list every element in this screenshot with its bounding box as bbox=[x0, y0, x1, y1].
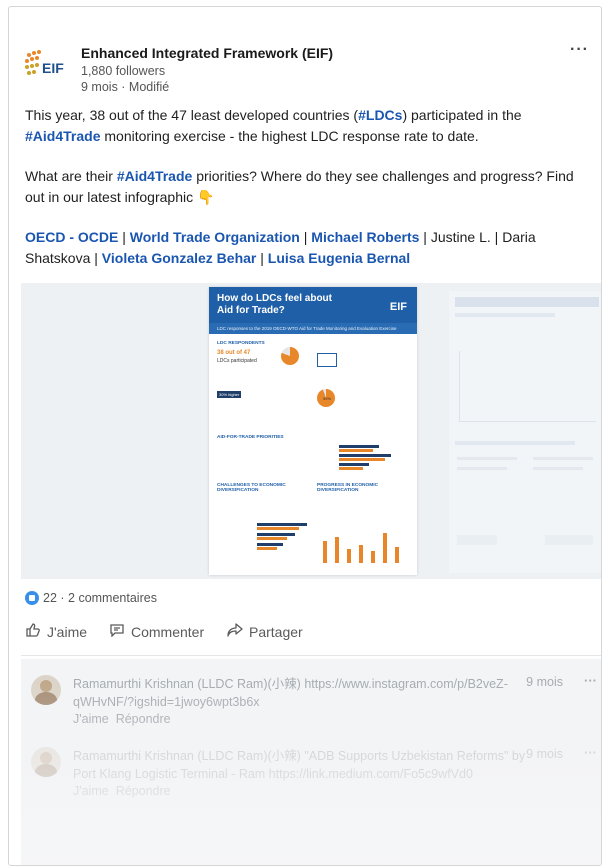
comment-button[interactable]: Commenter bbox=[109, 623, 204, 640]
separator: | bbox=[90, 250, 102, 266]
logo-text: EIF bbox=[42, 60, 64, 76]
separator: | bbox=[256, 250, 268, 266]
avatar[interactable] bbox=[31, 675, 61, 705]
avatar[interactable] bbox=[31, 747, 61, 777]
comment-body: Ramamurthi Krishnan (LLDC Ram)(小辣) https… bbox=[73, 675, 533, 711]
infographic-header: How do LDCs feel about Aid for Trade? EI… bbox=[209, 287, 417, 323]
comment-reply-button[interactable]: Répondre bbox=[116, 712, 171, 726]
stats-separator: · bbox=[56, 591, 69, 605]
comment-actions: J'aime Répondre bbox=[73, 712, 171, 726]
infographic-subtitle: LDC responses to the 2019 OECD-WTO Aid f… bbox=[209, 323, 417, 334]
text-segment: monitoring exercise - the highest LDC re… bbox=[100, 128, 479, 144]
section-progress: PROGRESS IN ECONOMIC DIVERSIFICATION bbox=[317, 483, 379, 493]
section-priorities: AID-FOR-TRADE PRIORITIES bbox=[217, 435, 284, 440]
hashtag-aid4trade-2[interactable]: #Aid4Trade bbox=[117, 168, 192, 184]
mention-wto[interactable]: World Trade Organization bbox=[130, 229, 300, 245]
comment-more-icon[interactable]: ··· bbox=[584, 673, 597, 688]
eif-logo[interactable]: EIF bbox=[23, 47, 73, 83]
infographic: How do LDCs feel about Aid for Trade? EI… bbox=[209, 287, 417, 575]
post-card: EIF Enhanced Integrated Framework (EIF) … bbox=[8, 6, 602, 866]
separator: | bbox=[118, 229, 130, 245]
hashtag-aid4trade[interactable]: #Aid4Trade bbox=[25, 128, 100, 144]
donut-participation bbox=[281, 347, 299, 365]
follower-count: 1,880 followers bbox=[81, 64, 166, 78]
separator: | bbox=[419, 229, 431, 245]
post-text: This year, 38 out of the 47 least develo… bbox=[25, 105, 585, 288]
share-button[interactable]: Partager bbox=[227, 623, 303, 640]
comment-count[interactable]: 2 commentaires bbox=[68, 591, 157, 605]
comment-reply-button[interactable]: Répondre bbox=[116, 784, 171, 798]
comment-label: Commenter bbox=[131, 624, 205, 640]
divider bbox=[21, 655, 601, 656]
text-segment: This year, 38 out of the 47 least develo… bbox=[25, 107, 359, 123]
infographic-title: How do LDCs feel about Aid for Trade? bbox=[217, 293, 332, 316]
comment-body: Ramamurthi Krishnan (LLDC Ram)(小辣) "ADB … bbox=[73, 747, 533, 783]
progress-columns bbox=[321, 523, 409, 563]
stat-participated: 38 out of 47 bbox=[217, 350, 251, 356]
text-segment: What are their bbox=[25, 168, 117, 184]
comment-more-icon[interactable]: ··· bbox=[584, 745, 597, 760]
text-segment: ) participated in the bbox=[402, 107, 522, 123]
comment-like-button[interactable]: J'aime bbox=[73, 712, 109, 726]
stat-95: 95% bbox=[323, 396, 332, 401]
stat-participated-label: LDCs participated bbox=[217, 358, 257, 364]
share-icon bbox=[227, 623, 243, 640]
comment-icon bbox=[109, 623, 125, 640]
post-paragraph-1: This year, 38 out of the 47 least develo… bbox=[25, 105, 585, 147]
mention-violeta[interactable]: Violeta Gonzalez Behar bbox=[102, 250, 257, 266]
separator: | bbox=[299, 229, 312, 245]
checkbox-icon bbox=[317, 353, 337, 367]
social-counts[interactable]: 22 · 2 commentaires bbox=[25, 591, 157, 605]
share-label: Partager bbox=[249, 624, 303, 640]
comment-time: 9 mois bbox=[526, 747, 563, 761]
mention-justine: Justine L. bbox=[430, 229, 491, 245]
infographic-eif-logo: EIF bbox=[389, 301, 407, 313]
priorities-bars bbox=[339, 445, 409, 479]
separator: | bbox=[490, 229, 503, 245]
mention-michael-roberts[interactable]: Michael Roberts bbox=[311, 229, 419, 245]
comments-section: Ramamurthi Krishnan (LLDC Ram)(小辣) https… bbox=[21, 659, 601, 865]
like-reaction-icon bbox=[25, 591, 39, 605]
stat-higher: 30% higher bbox=[217, 391, 242, 398]
post-image[interactable]: How do LDCs feel about Aid for Trade? EI… bbox=[21, 283, 601, 579]
post-paragraph-2: What are their #Aid4Trade priorities? Wh… bbox=[25, 166, 585, 208]
author-name[interactable]: Enhanced Integrated Framework (EIF) bbox=[81, 45, 333, 61]
like-button[interactable]: J'aime bbox=[25, 623, 87, 640]
more-options-icon[interactable]: ··· bbox=[570, 41, 589, 59]
post-mentions: OECD - OCDE | World Trade Organization |… bbox=[25, 227, 585, 269]
section-challenges: CHALLENGES TO ECONOMIC DIVERSIFICATION bbox=[217, 483, 286, 493]
mention-luisa[interactable]: Luisa Eugenia Bernal bbox=[268, 250, 410, 266]
comment-time: 9 mois bbox=[526, 675, 563, 689]
comment-actions: J'aime Répondre bbox=[73, 784, 171, 798]
action-bar: J'aime Commenter Partager bbox=[25, 623, 585, 651]
mention-oecd[interactable]: OECD - OCDE bbox=[25, 229, 118, 245]
comment-author[interactable]: Ramamurthi Krishnan (LLDC Ram)(小辣) bbox=[73, 677, 301, 691]
hashtag-ldcs[interactable]: #LDCs bbox=[358, 107, 402, 123]
post-meta: 9 mois · Modifié bbox=[81, 80, 170, 94]
infographic-page-2-preview bbox=[449, 291, 601, 573]
section-respondents: LDC RESPONDENTS bbox=[217, 341, 265, 346]
comment-author[interactable]: Ramamurthi Krishnan (LLDC Ram)(小辣) bbox=[73, 749, 301, 763]
thumbs-up-icon bbox=[25, 623, 41, 640]
like-label: J'aime bbox=[47, 624, 88, 640]
challenges-bars bbox=[257, 523, 311, 563]
reaction-count[interactable]: 22 bbox=[43, 591, 57, 605]
comment-like-button[interactable]: J'aime bbox=[73, 784, 109, 798]
